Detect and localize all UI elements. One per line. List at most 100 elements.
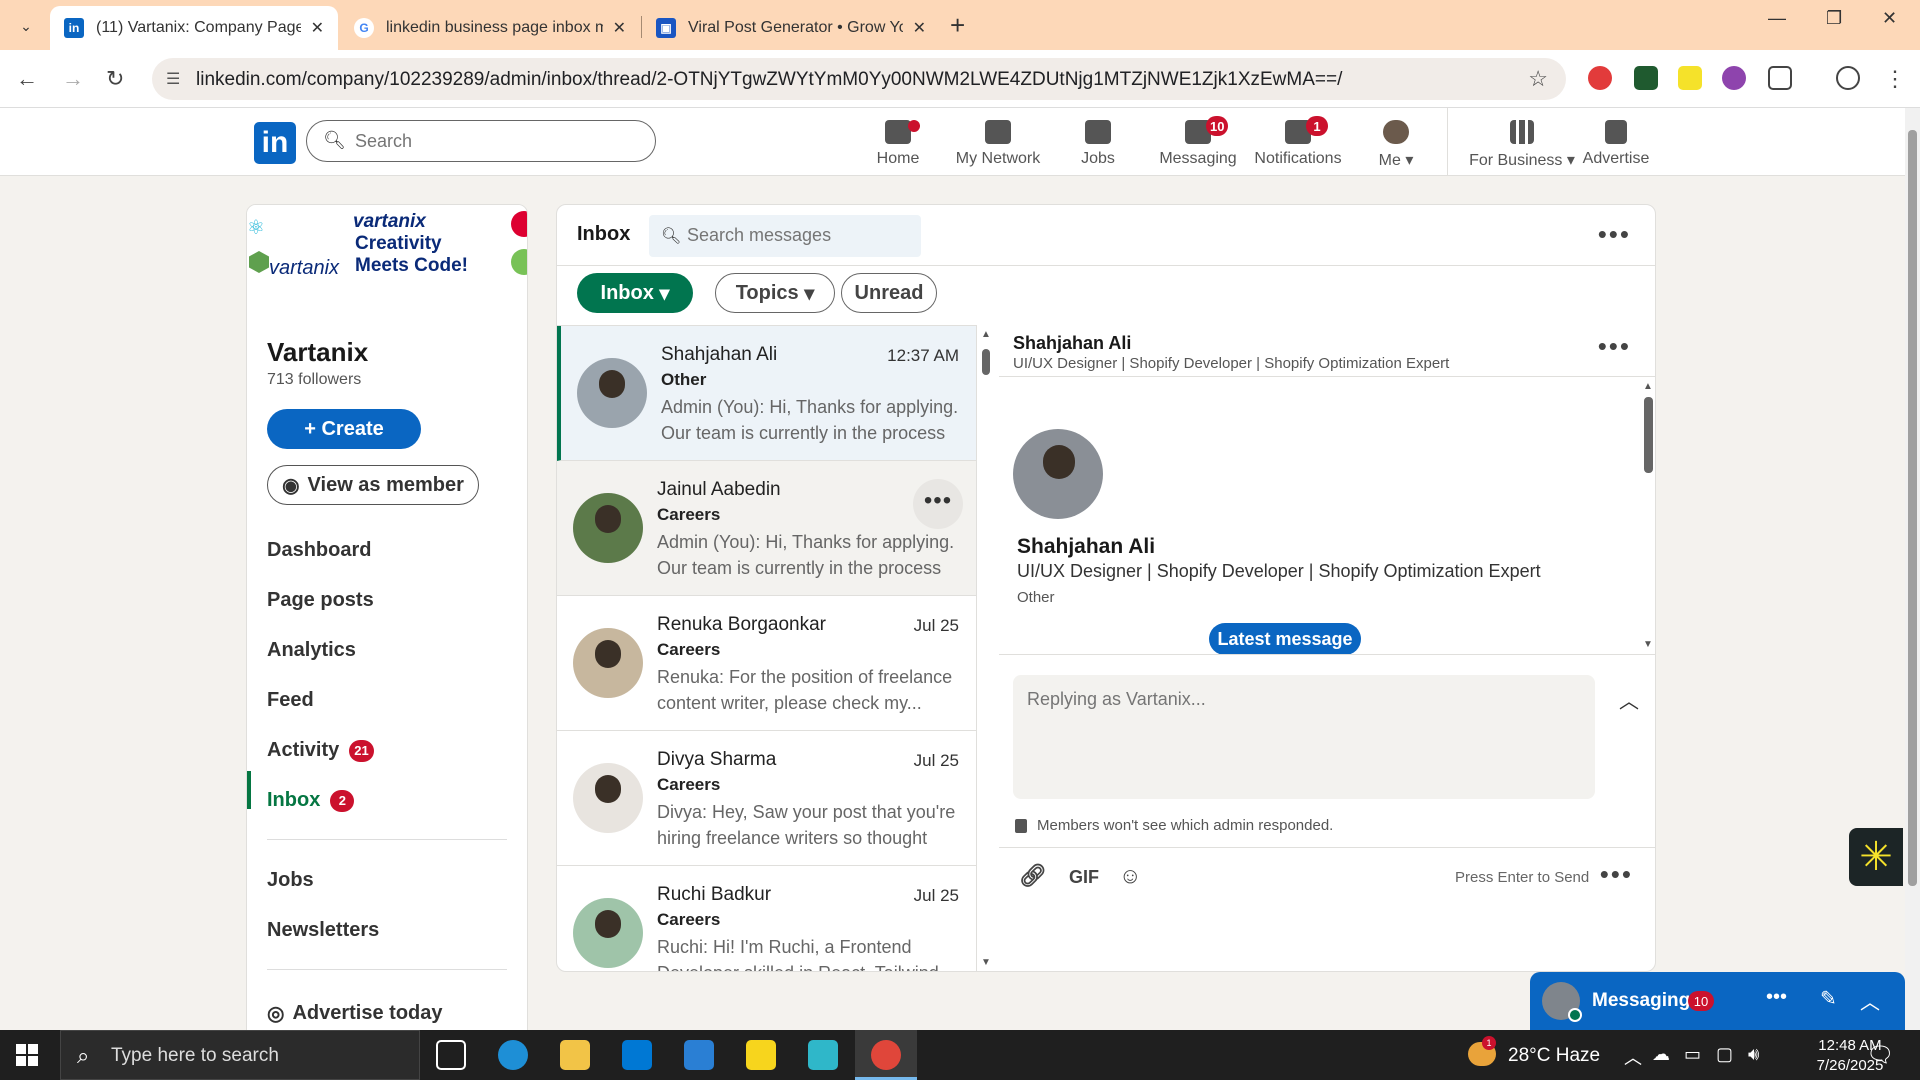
tab-viral-post-generator[interactable]: ▣ Viral Post Generator • Grow You ✕ — [642, 6, 940, 50]
scroll-thumb[interactable] — [982, 349, 990, 375]
site-settings-icon[interactable]: ☰ — [166, 69, 180, 89]
gif-button[interactable]: GIF — [1069, 867, 1099, 888]
inbox-more-icon[interactable]: ••• — [1598, 219, 1631, 250]
network-icon[interactable]: ▢ — [1716, 1044, 1733, 1065]
sidebar-item-inbox[interactable]: Inbox 2 — [267, 789, 355, 812]
linkedin-logo[interactable]: in — [254, 122, 296, 164]
compose-icon[interactable]: ✎ — [1820, 986, 1837, 1011]
sidebar-item-page-posts[interactable]: Page posts — [267, 589, 374, 612]
emoji-icon[interactable]: ☺ — [1119, 863, 1141, 889]
page-scrollbar[interactable] — [1905, 108, 1920, 1030]
nav-me[interactable]: Me ▾ — [1346, 116, 1446, 170]
task-view-icon[interactable] — [436, 1040, 466, 1070]
extension-icon[interactable] — [1634, 66, 1658, 90]
message-search[interactable]: 🔍︎ — [649, 215, 921, 257]
sidebar-item-advertise-today[interactable]: ◎ Advertise today — [267, 1001, 443, 1026]
scroll-up-icon[interactable]: ▲ — [981, 329, 991, 340]
store-icon[interactable] — [622, 1040, 652, 1070]
close-tab-icon[interactable]: ✕ — [913, 18, 926, 38]
thread-more-icon[interactable]: ••• — [1598, 331, 1631, 362]
scroll-thumb[interactable] — [1908, 130, 1917, 886]
compose-more-icon[interactable]: ••• — [1600, 859, 1633, 890]
mail-icon[interactable] — [684, 1040, 714, 1070]
browser-menu-icon[interactable]: ⋮ — [1884, 66, 1906, 92]
minimize-icon[interactable]: — — [1768, 8, 1786, 29]
nav-for-business[interactable]: For Business ▾ — [1462, 116, 1582, 170]
sidebar-item-jobs[interactable]: Jobs — [267, 869, 314, 892]
extensions-puzzle-icon[interactable] — [1768, 66, 1792, 90]
conversation-scrollbar[interactable]: ▲ ▼ — [977, 325, 995, 971]
close-window-icon[interactable]: ✕ — [1882, 8, 1897, 29]
sticky-notes-icon[interactable] — [746, 1040, 776, 1070]
conversation-item[interactable]: Renuka Borgaonkar Jul 25 Careers Renuka:… — [557, 596, 976, 731]
more-icon[interactable]: ••• — [1766, 986, 1787, 1009]
create-button[interactable]: + Create — [267, 409, 421, 449]
file-explorer-icon[interactable] — [560, 1040, 590, 1070]
conversation-item[interactable]: Divya Sharma Jul 25 Careers Divya: Hey, … — [557, 731, 976, 866]
sidebar-item-activity[interactable]: Activity 21 — [267, 739, 374, 762]
thread-contact-name[interactable]: Shahjahan Ali — [1013, 333, 1131, 354]
scroll-down-icon[interactable]: ▼ — [981, 957, 991, 968]
url-text[interactable]: linkedin.com/company/102239289/admin/inb… — [196, 69, 1342, 91]
conversation-item[interactable]: Ruchi Badkur Jul 25 Careers Ruchi: Hi! I… — [557, 866, 976, 971]
notification-center-icon[interactable]: 🗨︎ — [1866, 1042, 1894, 1068]
scroll-down-icon[interactable]: ▼ — [1643, 639, 1653, 650]
address-bar[interactable]: ☰ linkedin.com/company/102239289/admin/i… — [152, 58, 1566, 100]
sidebar-item-newsletters[interactable]: Newsletters — [267, 919, 379, 942]
profile-avatar[interactable] — [1013, 429, 1103, 519]
scroll-thumb[interactable] — [1644, 397, 1653, 473]
pokeball-extension-icon[interactable] — [1588, 66, 1612, 90]
filter-topics-dropdown[interactable]: Topics ▾ — [715, 273, 835, 313]
profile-name[interactable]: Shahjahan Ali — [1017, 535, 1155, 559]
global-search-input[interactable] — [355, 129, 635, 153]
close-tab-icon[interactable]: ✕ — [613, 18, 626, 38]
tab-vartanix[interactable]: in (11) Vartanix: Company Page Ac ✕ — [50, 6, 338, 50]
org-name[interactable]: Vartanix — [267, 337, 368, 368]
bookmark-star-icon[interactable]: ☆ — [1528, 66, 1548, 92]
onedrive-icon[interactable]: ☁ — [1652, 1044, 1670, 1065]
sidebar-item-dashboard[interactable]: Dashboard — [267, 539, 371, 562]
battery-icon[interactable]: ▭ — [1684, 1044, 1701, 1065]
volume-icon[interactable]: 🔊︎ — [1748, 1044, 1759, 1065]
assistant-widget-icon[interactable]: ✳ — [1849, 828, 1903, 886]
tray-chevron-up-icon[interactable]: ︿ — [1624, 1044, 1642, 1070]
chevron-up-icon[interactable]: ︿ — [1619, 685, 1639, 714]
weather-text[interactable]: 28°C Haze — [1508, 1045, 1600, 1067]
back-icon[interactable]: ← — [16, 66, 38, 92]
extension-icon[interactable] — [1722, 66, 1746, 90]
filter-unread[interactable]: Unread — [841, 273, 937, 313]
conversation-item[interactable]: Jainul Aabedin ••• Careers Admin (You): … — [557, 461, 976, 596]
windows-start-icon[interactable] — [16, 1044, 38, 1066]
tab-google-search[interactable]: G linkedin business page inbox m ✕ — [340, 6, 640, 50]
conversation-more-icon[interactable]: ••• — [913, 479, 963, 529]
view-as-member-button[interactable]: ◉ View as member — [267, 465, 479, 505]
nav-jobs[interactable]: Jobs — [1048, 116, 1148, 168]
conversation-item[interactable]: Shahjahan Ali 12:37 AM Other Admin (You)… — [557, 326, 976, 461]
reply-box[interactable] — [1013, 675, 1595, 799]
tab-search-chevron-icon[interactable]: ⌄ — [12, 12, 40, 40]
maximize-icon[interactable]: ❐ — [1826, 8, 1842, 29]
message-search-input[interactable] — [687, 225, 907, 246]
nav-messaging[interactable]: 10 Messaging — [1148, 116, 1248, 168]
filter-inbox-dropdown[interactable]: Inbox ▾ — [577, 273, 693, 313]
extension-icon[interactable] — [1678, 66, 1702, 90]
scroll-up-icon[interactable]: ▲ — [1643, 381, 1653, 392]
attach-icon[interactable]: 🔗︎ — [1019, 863, 1047, 889]
chevron-up-icon[interactable]: ︿ — [1860, 986, 1880, 1015]
nav-notifications[interactable]: 1 Notifications — [1248, 116, 1348, 168]
sidebar-item-analytics[interactable]: Analytics — [267, 639, 356, 662]
edge-icon[interactable] — [498, 1040, 528, 1070]
global-search[interactable]: 🔍︎ — [306, 120, 656, 162]
reply-input[interactable] — [1027, 689, 1577, 785]
forward-icon[interactable]: → — [62, 66, 84, 92]
close-tab-icon[interactable]: ✕ — [311, 18, 324, 38]
nav-advertise[interactable]: Advertise — [1566, 116, 1666, 168]
app-icon[interactable] — [808, 1040, 838, 1070]
thread-scrollbar[interactable]: ▲ ▼ — [1639, 377, 1655, 655]
profile-icon[interactable] — [1836, 66, 1860, 90]
new-tab-icon[interactable]: + — [950, 10, 965, 41]
reload-icon[interactable]: ↻ — [106, 66, 124, 92]
messaging-dock[interactable]: Messaging 10 ••• ✎ ︿ — [1530, 972, 1905, 1030]
latest-message-button[interactable]: Latest message — [1209, 623, 1361, 654]
sidebar-item-feed[interactable]: Feed — [267, 689, 314, 712]
